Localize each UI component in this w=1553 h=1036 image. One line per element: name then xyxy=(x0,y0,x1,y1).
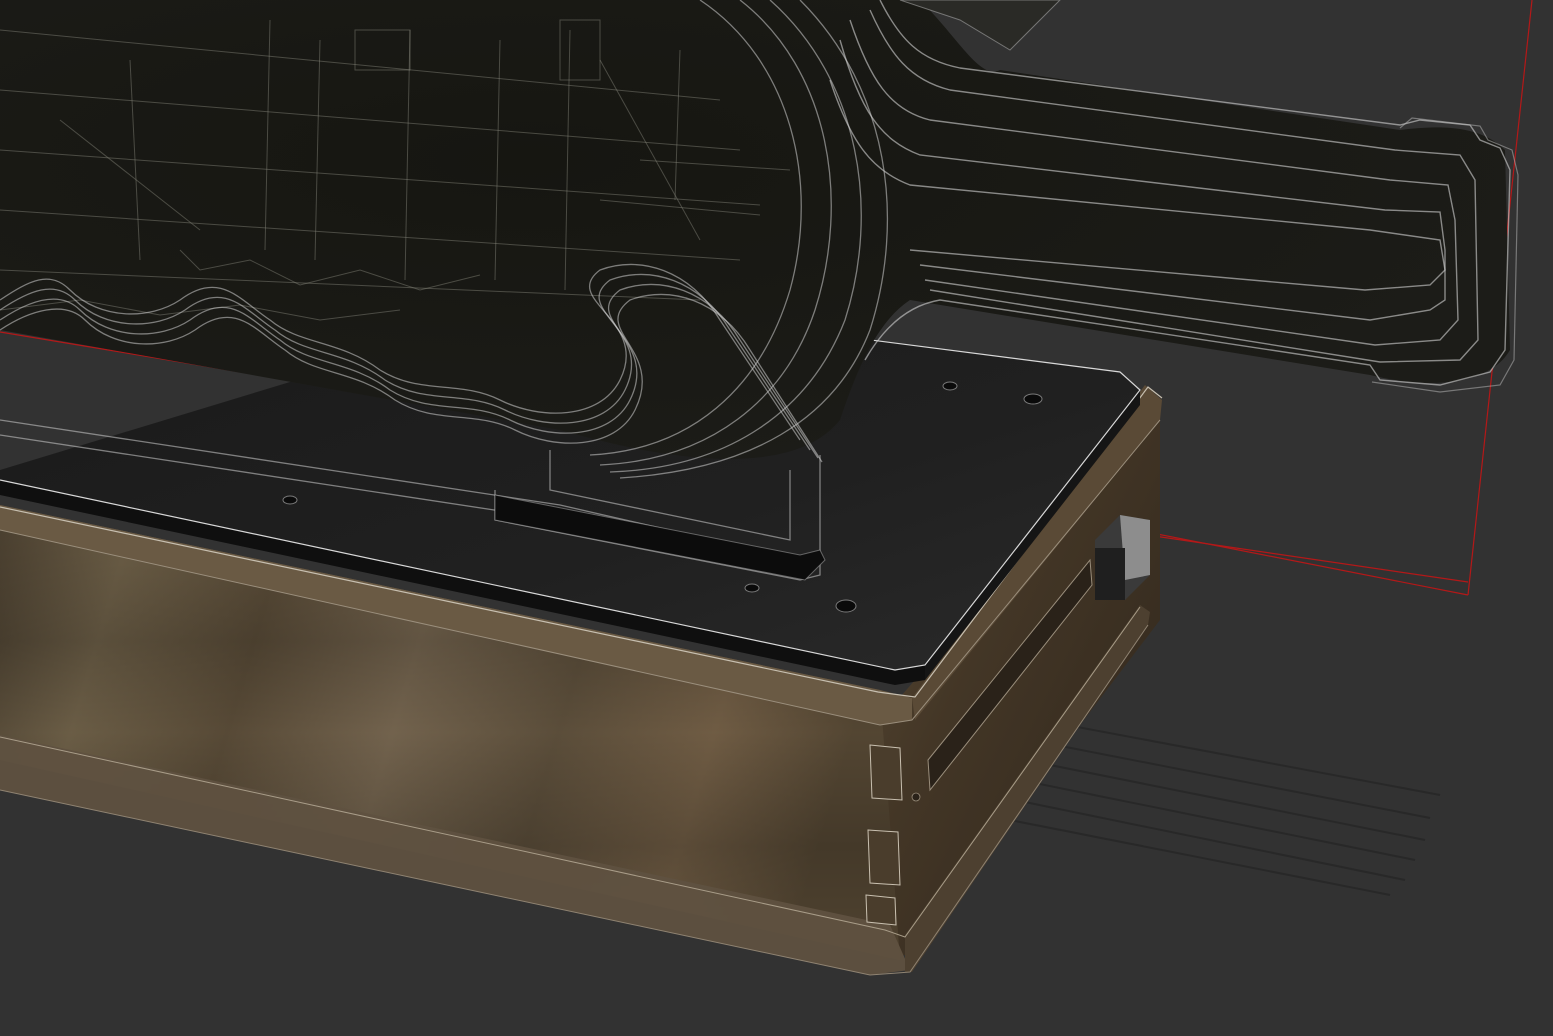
bottle-body xyxy=(0,0,1510,459)
floor-shadow xyxy=(1009,719,1441,896)
base-side-hole xyxy=(911,792,921,802)
3d-viewport[interactable] xyxy=(0,0,1553,1036)
scene-render xyxy=(0,0,1533,976)
